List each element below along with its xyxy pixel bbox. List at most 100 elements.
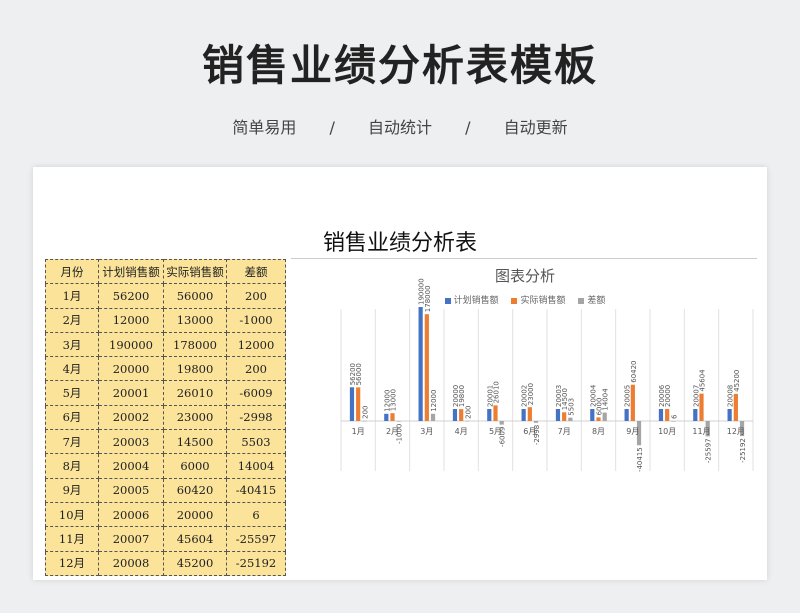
bar-actual (493, 405, 498, 421)
cell-actual[interactable]: 26010 (163, 380, 227, 406)
data-label-diff: 12000 (430, 390, 438, 412)
cell-month[interactable]: 7月 (45, 429, 99, 455)
cell-month[interactable]: 10月 (45, 501, 99, 528)
cell-actual[interactable]: 60420 (163, 477, 227, 503)
bar-diff (499, 421, 504, 425)
legend-swatch-plan (444, 297, 451, 304)
data-label-diff: 5503 (567, 398, 575, 416)
data-label-actual: 60420 (630, 360, 638, 382)
x-tick-label: 12月 (727, 427, 745, 436)
cell-diff[interactable]: -6009 (226, 380, 286, 406)
cell-plan[interactable]: 12000 (98, 307, 164, 333)
cell-plan[interactable]: 20000 (98, 356, 164, 382)
cell-plan[interactable]: 20006 (98, 501, 164, 528)
bar-actual (630, 384, 635, 421)
table-row: 6月 20002 23000 -2998 (45, 404, 286, 431)
bar-plan (487, 408, 492, 421)
legend-item-diff: 差额 (578, 293, 605, 306)
bar-diff (602, 412, 607, 421)
cell-actual[interactable]: 23000 (163, 404, 227, 431)
cell-month[interactable]: 12月 (45, 550, 99, 576)
x-tick-label: 3月 (420, 427, 433, 436)
cell-plan[interactable]: 20004 (98, 453, 164, 479)
cell-month[interactable]: 6月 (45, 404, 99, 431)
cell-plan[interactable]: 56200 (98, 283, 164, 309)
cell-diff[interactable]: -1000 (226, 307, 286, 333)
data-label-actual: 23000 (527, 383, 535, 405)
bar-actual (562, 412, 567, 421)
data-label-diff: -40415 (636, 447, 644, 472)
cell-month[interactable]: 4月 (45, 356, 99, 382)
cell-actual[interactable]: 178000 (163, 331, 227, 358)
bar-plan (590, 408, 595, 421)
cell-month[interactable]: 9月 (45, 477, 99, 503)
cell-actual[interactable]: 45200 (163, 550, 227, 576)
spreadsheet-sheet: 销售业绩分析表 月份 计划销售额 实际销售额 差额 1月 56200 56000 20… (33, 167, 767, 580)
bar-actual (665, 409, 670, 421)
bar-plan (555, 408, 561, 421)
cell-diff[interactable]: -25597 (226, 526, 286, 552)
bar-diff (568, 417, 573, 421)
cell-plan[interactable]: 20005 (98, 477, 164, 503)
cell-plan[interactable]: 20001 (98, 380, 164, 406)
cell-plan[interactable]: 20002 (98, 404, 164, 431)
tagline-auto-stat: 自动统计 (367, 118, 432, 137)
header-actual[interactable]: 实际销售额 (163, 258, 227, 285)
tagline-separator: / (465, 118, 471, 137)
cell-actual[interactable]: 14500 (163, 429, 227, 455)
table-body: 1月 56200 56000 200 2月 12000 13000 -1000 3月 190000… (45, 283, 286, 576)
cell-month[interactable]: 1月 (45, 283, 99, 309)
cell-month[interactable]: 5月 (45, 380, 99, 406)
cell-diff[interactable]: 12000 (226, 331, 286, 358)
cell-plan[interactable]: 20003 (98, 429, 164, 455)
header-diff[interactable]: 差额 (226, 258, 286, 285)
cell-actual[interactable]: 19800 (163, 356, 227, 382)
cell-month[interactable]: 8月 (45, 453, 99, 479)
cell-actual[interactable]: 56000 (163, 283, 227, 309)
cell-diff[interactable]: 5503 (226, 429, 286, 455)
cell-diff[interactable]: 14004 (226, 453, 286, 479)
cell-diff[interactable]: -2998 (226, 404, 286, 431)
cell-month[interactable]: 3月 (45, 331, 99, 358)
table-header-row: 月份 计划销售额 实际销售额 差额 (45, 258, 286, 285)
data-label-actual: 56000 (355, 363, 363, 385)
cell-actual[interactable]: 20000 (163, 501, 227, 528)
cell-plan[interactable]: 20007 (98, 526, 164, 552)
legend-label-diff: 差额 (587, 296, 606, 306)
page-title: 销售业绩分析表模板 (201, 41, 598, 90)
cell-plan[interactable]: 20008 (98, 550, 164, 576)
cell-actual[interactable]: 45604 (163, 526, 227, 552)
table-row: 9月 20005 60420 -40415 (45, 477, 286, 503)
x-tick-label: 9月 (626, 427, 639, 436)
cell-diff[interactable]: 200 (226, 356, 286, 382)
cell-diff[interactable]: 6 (226, 501, 286, 528)
bar-plan (624, 408, 629, 421)
bar-actual (733, 393, 738, 421)
cell-plan[interactable]: 190000 (98, 331, 164, 358)
cell-diff[interactable]: -25192 (226, 550, 286, 576)
data-label-diff: 200 (361, 406, 369, 419)
table-row: 4月 20000 19800 200 (45, 356, 286, 382)
cell-actual[interactable]: 6000 (163, 453, 227, 479)
bar-actual (699, 393, 704, 421)
legend-item-actual: 实际销售额 (511, 293, 566, 306)
cell-diff[interactable]: -40415 (226, 477, 286, 503)
data-label-actual: 45200 (733, 370, 741, 392)
table-row: 2月 12000 13000 -1000 (45, 307, 286, 333)
bar-actual (424, 314, 429, 421)
bar-actual (527, 407, 532, 421)
bar-actual (459, 409, 464, 421)
header-plan[interactable]: 计划销售额 (98, 258, 164, 285)
data-label-diff: 6 (670, 414, 678, 419)
cell-diff[interactable]: 200 (226, 283, 286, 309)
x-tick-label: 1月 (352, 427, 365, 436)
cell-actual[interactable]: 13000 (163, 307, 227, 333)
table-row: 10月 20006 20000 6 (45, 501, 286, 528)
tagline-easy: 简单易用 (232, 118, 297, 137)
header-month[interactable]: 月份 (45, 258, 99, 285)
table-row: 3月 190000 178000 12000 (45, 331, 286, 358)
chart-title: 图表分析 (494, 267, 555, 285)
cell-month[interactable]: 2月 (45, 307, 99, 333)
cell-month[interactable]: 11月 (45, 526, 99, 552)
x-tick-label: 8月 (592, 427, 605, 436)
